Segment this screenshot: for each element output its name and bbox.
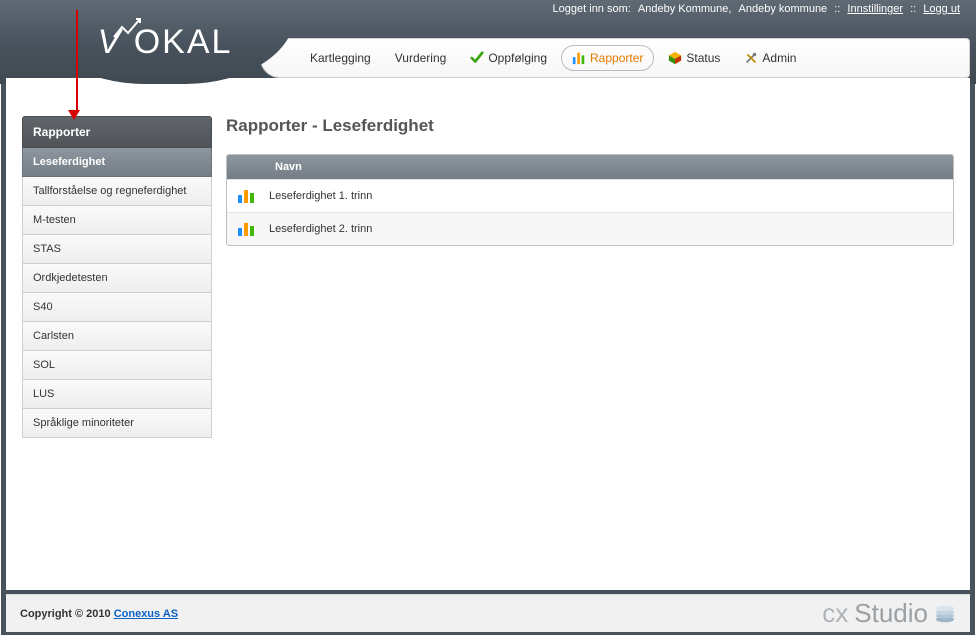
nav-vurdering-label: Vurdering — [395, 51, 447, 65]
nav-admin[interactable]: Admin — [734, 46, 806, 70]
settings-link[interactable]: Innstillinger — [847, 3, 903, 15]
sidebar-item-7[interactable]: SOL — [22, 351, 212, 380]
annotation-arrow — [73, 10, 80, 120]
nav-admin-label: Admin — [762, 51, 796, 65]
stack-icon — [934, 604, 956, 624]
studio-cx: cx — [822, 598, 848, 629]
main-nav: Kartlegging Vurdering Oppfølging Rapport… — [260, 38, 970, 78]
bar-chart-icon — [572, 51, 586, 65]
studio-st: Studio — [854, 598, 928, 629]
nav-rapporter-label: Rapporter — [590, 51, 643, 65]
logged-in-prefix: Logget inn som: — [553, 3, 631, 15]
logo-v: V — [98, 23, 134, 61]
list-row-1[interactable]: Leseferdighet 2. trinn — [227, 212, 953, 245]
sidebar-item-label: STAS — [33, 243, 61, 255]
page-title: Rapporter - Leseferdighet — [226, 116, 954, 136]
list-row-0[interactable]: Leseferdighet 1. trinn — [227, 179, 953, 212]
bar-chart-icon — [237, 188, 257, 204]
nav-status[interactable]: Status — [658, 46, 730, 70]
box-icon — [668, 51, 682, 65]
top-links: Logget inn som: Andeby Kommune, Andeby k… — [551, 3, 962, 15]
sidebar-item-label: Språklige minoriteter — [33, 417, 134, 429]
sidebar: Rapporter Leseferdighet Tallforståelse og… — [22, 116, 212, 438]
copyright-prefix: Copyright © 2010 — [20, 608, 114, 620]
user-name: Andeby Kommune, — [638, 3, 732, 15]
nav-oppfolging[interactable]: Oppfølging — [460, 46, 557, 70]
sidebar-item-label: Tallforståelse og regneferdighet — [33, 185, 186, 197]
check-icon — [470, 51, 484, 65]
sidebar-item-1[interactable]: Tallforståelse og regneferdighet — [22, 177, 212, 206]
sidebar-item-label: SOL — [33, 359, 55, 371]
sidebar-item-0[interactable]: Leseferdighet — [22, 148, 212, 177]
sidebar-item-label: LUS — [33, 388, 54, 400]
footer-copyright: Copyright © 2010 Conexus AS — [20, 608, 178, 620]
sidebar-item-2[interactable]: M-testen — [22, 206, 212, 235]
list-row-label: Leseferdighet 2. trinn — [269, 223, 372, 235]
sidebar-item-label: Carlsten — [33, 330, 74, 342]
sidebar-item-label: M-testen — [33, 214, 76, 226]
nav-vurdering[interactable]: Vurdering — [385, 46, 457, 70]
sidebar-item-label: Ordkjedetesten — [33, 272, 108, 284]
list-row-label: Leseferdighet 1. trinn — [269, 190, 372, 202]
bar-chart-icon — [237, 221, 257, 237]
company-link[interactable]: Conexus AS — [114, 608, 178, 620]
tools-icon — [744, 51, 758, 65]
sidebar-item-4[interactable]: Ordkjedetesten — [22, 264, 212, 293]
nav-kartlegging[interactable]: Kartlegging — [300, 46, 381, 70]
cx-studio-logo: cxStudio — [822, 598, 956, 629]
sidebar-item-5[interactable]: S40 — [22, 293, 212, 322]
sidebar-item-label: S40 — [33, 301, 53, 313]
sidebar-item-6[interactable]: Carlsten — [22, 322, 212, 351]
sidebar-item-9[interactable]: Språklige minoriteter — [22, 409, 212, 438]
nav-oppfolging-label: Oppfølging — [488, 51, 547, 65]
nav-rapporter[interactable]: Rapporter — [561, 45, 654, 71]
logo-text: OKAL — [134, 23, 233, 61]
sidebar-item-label: Leseferdighet — [33, 156, 105, 168]
org-name: Andeby kommune — [739, 3, 828, 15]
nav-kartlegging-label: Kartlegging — [310, 51, 371, 65]
sidebar-item-3[interactable]: STAS — [22, 235, 212, 264]
report-list: Navn Leseferdighet 1. trinn Leseferdighet… — [226, 154, 954, 246]
logout-link[interactable]: Logg ut — [923, 3, 960, 15]
sidebar-item-8[interactable]: LUS — [22, 380, 212, 409]
list-header-navn: Navn — [227, 155, 953, 179]
sidebar-title: Rapporter — [22, 116, 212, 148]
nav-status-label: Status — [686, 51, 720, 65]
